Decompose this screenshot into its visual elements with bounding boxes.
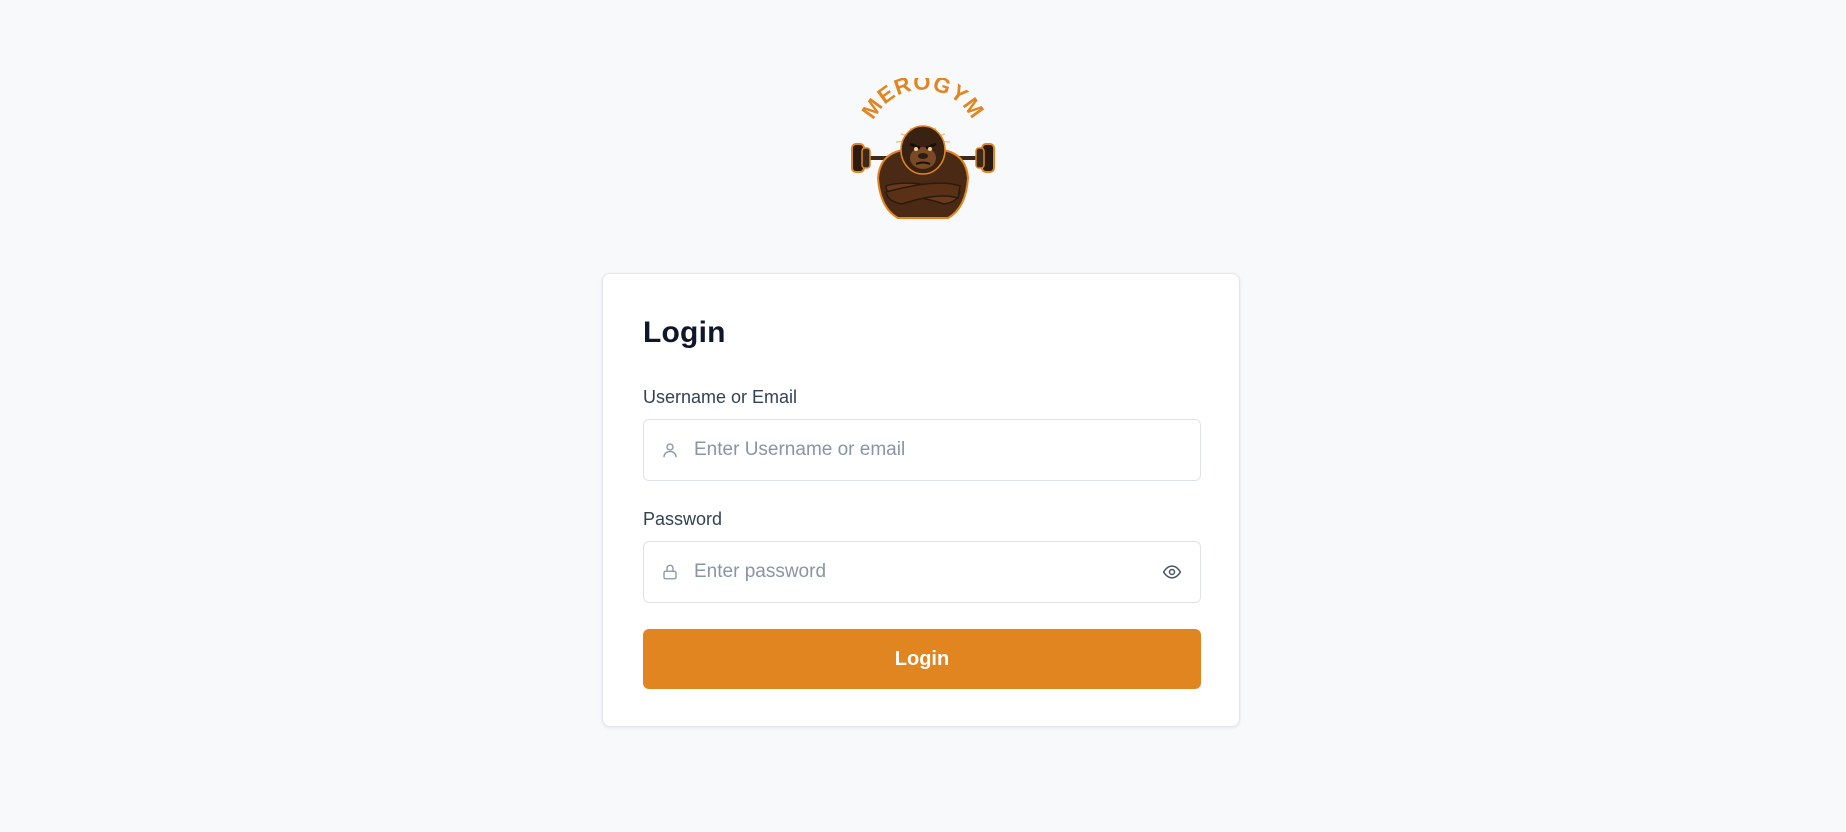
password-field[interactable] [643, 541, 1201, 603]
login-page: MEROGYM Login Username or Email Enter Us… [0, 0, 1846, 832]
login-card: Login Username or Email Password [602, 273, 1240, 727]
show-password-toggle[interactable] [1160, 560, 1184, 584]
login-title: Login [643, 316, 726, 349]
user-icon [660, 440, 680, 460]
login-button[interactable]: Login [643, 629, 1201, 689]
gorilla-barbell-logo-icon: MEROGYM [851, 78, 995, 219]
brand-logo: MEROGYM [848, 78, 998, 224]
username-field[interactable] [643, 419, 1201, 481]
eye-icon[interactable] [1162, 562, 1182, 582]
username-label: Username or Email [643, 387, 798, 407]
password-label: Password [643, 509, 723, 529]
password-input[interactable] [694, 552, 1160, 592]
svg-text:MEROGYM: MEROGYM [857, 78, 990, 123]
lock-icon [660, 562, 680, 582]
username-input[interactable] [694, 430, 1200, 470]
